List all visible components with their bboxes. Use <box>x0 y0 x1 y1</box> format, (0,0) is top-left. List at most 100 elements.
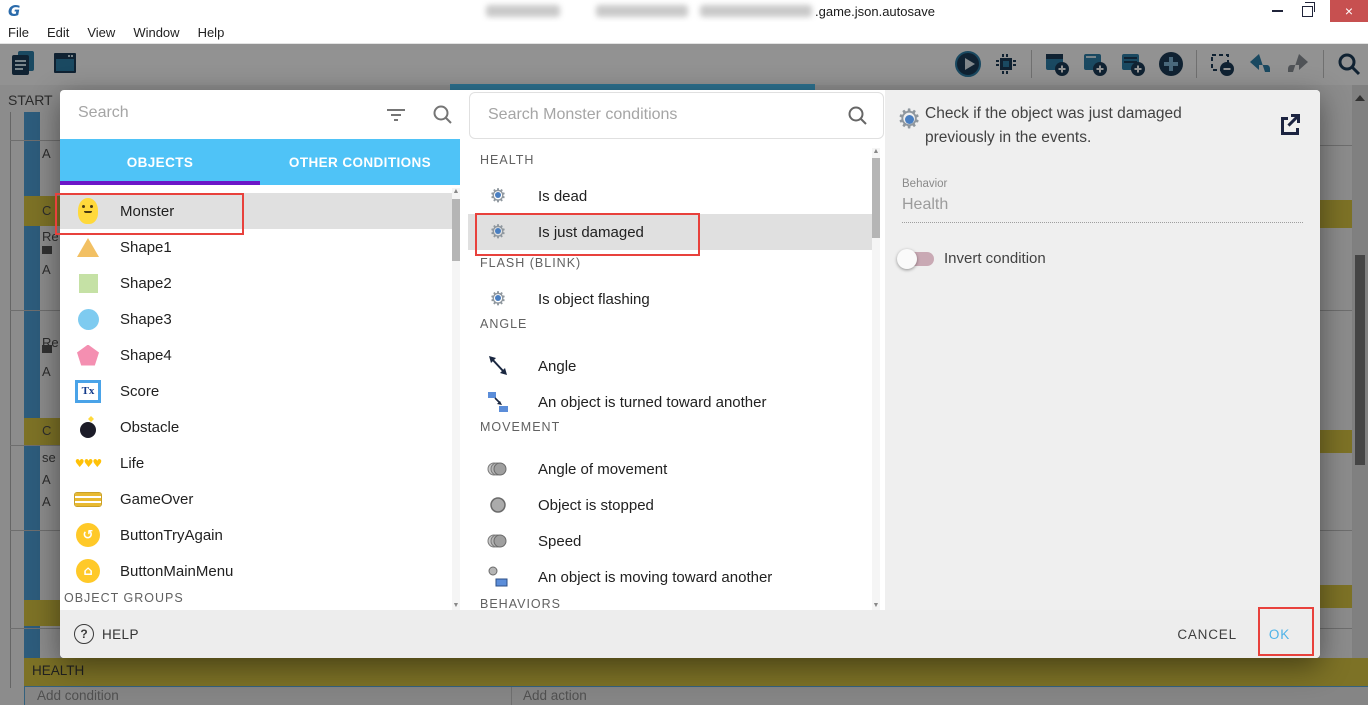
menu-window[interactable]: Window <box>133 25 189 40</box>
list-item-buttonmainmenu[interactable]: ⌂ ButtonMainMenu <box>60 553 452 589</box>
text-object-icon: Tx <box>74 376 102 406</box>
stopped-circle-icon <box>486 492 510 518</box>
section-header-angle: ANGLE <box>480 317 528 331</box>
condition-parameters-panel: ⚙ Check if the object was just damaged p… <box>885 90 1320 610</box>
hearts-icon: ♥♥♥ <box>74 456 103 470</box>
condition-label: Speed <box>538 532 582 550</box>
list-item-buttontryagain[interactable]: ↺ ButtonTryAgain <box>60 517 452 553</box>
dialog-footer: ? HELP CANCEL OK <box>60 610 1320 658</box>
condition-speed[interactable]: Speed <box>468 523 872 559</box>
object-label: ButtonMainMenu <box>120 562 234 580</box>
help-button[interactable]: ? HELP <box>74 610 139 658</box>
condition-is-dead[interactable]: ⚙ Is dead <box>468 178 872 214</box>
condition-angle-of-movement[interactable]: Angle of movement <box>468 451 872 487</box>
condition-label: An object is moving toward another <box>538 568 773 586</box>
condition-label: Angle of movement <box>538 460 668 478</box>
toggle-knob <box>897 249 917 269</box>
objects-scrollbar[interactable]: ▲ ▼ <box>452 188 460 610</box>
menu-file[interactable]: File <box>8 25 39 40</box>
bomb-icon <box>74 412 102 442</box>
list-item-gameover[interactable]: GameOver <box>60 481 452 517</box>
menu-help[interactable]: Help <box>198 25 235 40</box>
conditions-scrollbar[interactable]: ▲ ▼ <box>872 148 880 610</box>
condition-turned-toward[interactable]: An object is turned toward another <box>468 384 872 420</box>
condition-label: Is object flashing <box>538 290 650 308</box>
circle-icon <box>74 304 102 334</box>
condition-source-tabs: OBJECTS OTHER CONDITIONS <box>60 139 460 185</box>
gear-icon: ⚙ <box>897 104 922 135</box>
condition-angle[interactable]: Angle <box>468 348 872 384</box>
section-header-health: HEALTH <box>480 153 535 167</box>
retry-button-icon: ↺ <box>74 520 102 550</box>
annotation-box-monster <box>55 193 244 235</box>
close-icon: × <box>1344 3 1354 19</box>
object-groups-header: OBJECT GROUPS <box>64 591 184 605</box>
tab-other-conditions[interactable]: OTHER CONDITIONS <box>260 139 460 185</box>
objects-scrollbar-thumb[interactable] <box>452 199 460 261</box>
scroll-down-icon[interactable]: ▼ <box>452 602 460 610</box>
list-item-shape4[interactable]: Shape4 <box>60 337 452 373</box>
menu-edit[interactable]: Edit <box>47 25 79 40</box>
condition-description: Check if the object was just damaged pre… <box>925 105 1182 146</box>
instruction-editor-dialog: OBJECTS OTHER CONDITIONS Monster Shape1 … <box>60 90 1320 658</box>
redacted-title-text <box>700 5 812 17</box>
gameover-icon <box>74 484 102 514</box>
object-search-bar <box>60 90 460 140</box>
close-button[interactable]: × <box>1330 0 1368 22</box>
condition-object-is-stopped[interactable]: Object is stopped <box>468 487 872 523</box>
conditions-scrollbar-thumb[interactable] <box>872 158 880 238</box>
triangle-icon <box>74 232 102 262</box>
objects-list: Monster Shape1 Shape2 Shape3 Shape4 Tx S… <box>60 185 460 610</box>
minimize-button[interactable] <box>1262 0 1292 22</box>
condition-label: Angle <box>538 357 577 375</box>
open-in-new-icon[interactable] <box>1278 112 1302 136</box>
object-search-input[interactable] <box>76 103 370 123</box>
scroll-up-icon[interactable]: ▲ <box>452 188 460 196</box>
condition-label: Object is stopped <box>538 496 654 514</box>
condition-label: Is dead <box>538 187 588 205</box>
condition-moving-toward[interactable]: An object is moving toward another <box>468 559 872 595</box>
window-title: .game.json.autosave <box>815 4 935 19</box>
object-label: Shape2 <box>120 274 172 292</box>
scroll-up-icon[interactable]: ▲ <box>872 148 880 156</box>
help-label: HELP <box>102 626 139 642</box>
list-item-score[interactable]: Tx Score <box>60 373 452 409</box>
section-header-movement: MOVEMENT <box>480 420 561 434</box>
condition-search-input[interactable] <box>486 105 820 125</box>
behavior-field-label: Behavior <box>902 178 948 190</box>
invert-condition-toggle[interactable] <box>897 249 934 269</box>
invert-condition-label: Invert condition <box>944 250 1046 267</box>
search-icon[interactable] <box>432 104 454 126</box>
list-item-life[interactable]: ♥♥♥ Life <box>60 445 452 481</box>
squares-arrow-icon <box>486 389 510 415</box>
cancel-button[interactable]: CANCEL <box>1177 627 1237 642</box>
menu-view[interactable]: View <box>87 25 125 40</box>
condition-is-object-flashing[interactable]: ⚙ Is object flashing <box>468 281 872 317</box>
field-underline <box>902 222 1303 223</box>
diagonal-arrow-icon <box>486 353 510 379</box>
redacted-title-text <box>486 5 560 17</box>
redacted-title-text <box>596 5 688 17</box>
object-label: GameOver <box>120 490 194 508</box>
pentagon-icon <box>74 340 102 370</box>
scroll-down-icon[interactable]: ▼ <box>872 602 880 610</box>
annotation-box-is-just-damaged <box>475 213 700 256</box>
tab-objects[interactable]: OBJECTS <box>60 139 260 185</box>
list-item-shape2[interactable]: Shape2 <box>60 265 452 301</box>
list-item-obstacle[interactable]: Obstacle <box>60 409 452 445</box>
search-icon[interactable] <box>847 105 869 127</box>
list-item-shape3[interactable]: Shape3 <box>60 301 452 337</box>
object-label: Life <box>120 454 145 472</box>
title-bar: G .game.json.autosave × <box>0 0 1368 22</box>
gear-icon: ⚙ <box>489 184 507 207</box>
filter-icon[interactable] <box>386 106 406 124</box>
annotation-box-ok <box>1258 607 1314 656</box>
menu-bar: File Edit View Window Help <box>0 22 1368 44</box>
object-label: Score <box>120 382 160 400</box>
moving-circles-icon <box>486 456 510 482</box>
restore-button[interactable] <box>1292 0 1322 22</box>
gear-icon: ⚙ <box>489 287 507 310</box>
behavior-field-value[interactable]: Health <box>902 196 948 214</box>
circle-square-icon <box>486 564 510 590</box>
condition-search-bar <box>469 92 884 139</box>
